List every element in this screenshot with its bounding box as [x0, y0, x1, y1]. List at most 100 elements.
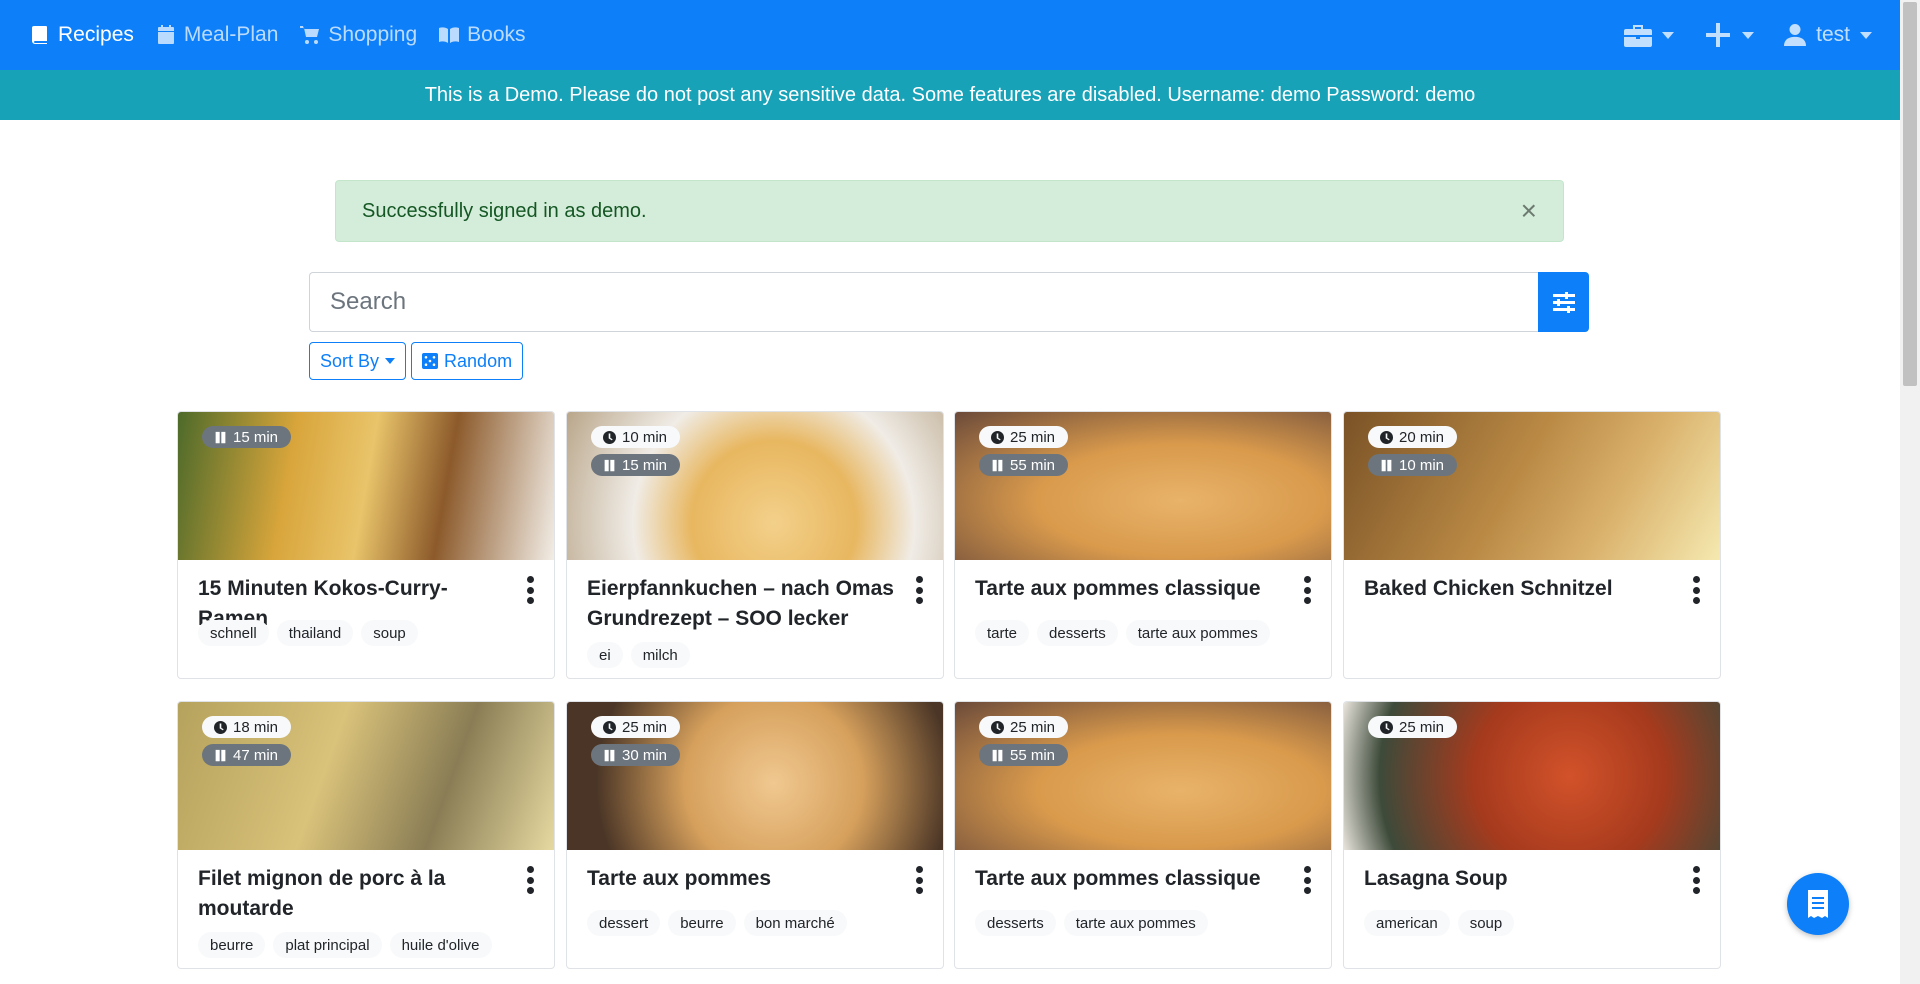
- waiting-time: 55 min: [1010, 456, 1056, 474]
- search-input[interactable]: [309, 272, 1538, 332]
- book-icon: [32, 26, 47, 44]
- recipe-title[interactable]: Tarte aux pommes classique: [975, 574, 1285, 604]
- recipe-title[interactable]: Baked Chicken Schnitzel: [1364, 574, 1674, 604]
- recipe-tag[interactable]: plat principal: [273, 932, 382, 958]
- recipe-tag[interactable]: desserts: [975, 910, 1056, 936]
- sort-by-button[interactable]: Sort By: [309, 342, 407, 380]
- calendar-icon: [157, 25, 174, 44]
- recipe-tag[interactable]: beurre: [198, 932, 266, 958]
- recipe-card[interactable]: 25 min Lasagna Soup american soup: [1343, 701, 1721, 969]
- time-badges: 18 min 47 min: [202, 716, 292, 766]
- recipe-tag[interactable]: ei: [587, 642, 623, 668]
- time-badges: 25 min 30 min: [591, 716, 681, 766]
- nav-shopping-label: Shopping: [328, 23, 418, 46]
- recipe-tag[interactable]: tarte aux pommes: [1125, 620, 1270, 646]
- advanced-search-button[interactable]: [1538, 272, 1589, 332]
- recipe-tag[interactable]: huile d'olive: [389, 932, 492, 958]
- more-options-icon[interactable]: [524, 576, 536, 604]
- waiting-time-badge: 10 min: [1368, 454, 1458, 476]
- more-options-icon[interactable]: [913, 866, 925, 894]
- more-options-icon[interactable]: [913, 576, 925, 604]
- recipe-tag[interactable]: bon marché: [743, 910, 847, 936]
- recipe-tag[interactable]: milch: [630, 642, 690, 668]
- waiting-time-badge: 15 min: [591, 454, 681, 476]
- nav-meal-plan-label: Meal-Plan: [183, 23, 279, 46]
- working-time-badge: 25 min: [591, 716, 681, 738]
- recipe-card[interactable]: 25 min 55 min Tarte aux pommes classique …: [954, 701, 1332, 969]
- shopping-receipt-button[interactable]: [1787, 873, 1849, 935]
- time-badges: 20 min 10 min: [1368, 426, 1458, 476]
- recipe-tag[interactable]: american: [1364, 910, 1450, 936]
- more-options-icon[interactable]: [1690, 576, 1702, 604]
- search-bar: [309, 272, 1589, 332]
- pause-icon: [1381, 459, 1392, 471]
- recipe-card[interactable]: 15 min 15 Minuten Kokos-Curry-Ramen schn…: [177, 411, 555, 679]
- close-icon[interactable]: ×: [1521, 197, 1537, 225]
- time-badges: 15 min: [202, 426, 292, 448]
- recipe-tag[interactable]: soup: [1457, 910, 1515, 936]
- recipe-card[interactable]: 10 min 15 min Eierpfannkuchen – nach Omas…: [566, 411, 944, 679]
- clock-icon: [991, 430, 1004, 444]
- waiting-time: 10 min: [1399, 456, 1445, 474]
- toolbox-icon: [1624, 25, 1653, 47]
- top-navbar: Recipes Meal-Plan Shopping Books test: [0, 0, 1900, 70]
- working-time: 25 min: [622, 718, 668, 736]
- plus-icon: [1706, 23, 1731, 47]
- recipe-tag[interactable]: desserts: [1037, 620, 1118, 646]
- nav-books[interactable]: Books: [439, 23, 526, 47]
- recipe-card[interactable]: 18 min 47 min Filet mignon de porc à la m…: [177, 701, 555, 969]
- recipe-tags: ei milch: [587, 642, 690, 668]
- working-time: 25 min: [1399, 718, 1445, 736]
- recipe-tag[interactable]: beurre: [668, 910, 736, 936]
- demo-banner: This is a Demo. Please do not post any s…: [0, 70, 1900, 120]
- recipe-tag[interactable]: soup: [361, 620, 418, 646]
- recipe-title[interactable]: Tarte aux pommes classique: [975, 864, 1285, 894]
- time-badges: 25 min: [1368, 716, 1458, 738]
- clock-icon: [991, 720, 1004, 734]
- recipe-title[interactable]: Lasagna Soup: [1364, 864, 1674, 894]
- dice-icon: [422, 353, 439, 369]
- more-options-icon[interactable]: [1301, 866, 1313, 894]
- working-time: 25 min: [1010, 428, 1056, 446]
- clock-icon: [214, 720, 227, 734]
- recipe-tag[interactable]: tarte: [975, 620, 1030, 646]
- nav-shopping[interactable]: Shopping: [300, 23, 417, 47]
- chevron-down-icon: [1662, 31, 1675, 39]
- recipe-title[interactable]: Filet mignon de porc à la moutarde: [198, 864, 508, 924]
- clock-icon: [603, 720, 616, 734]
- recipe-tags: desserts tarte aux pommes: [975, 910, 1208, 936]
- scrollbar-thumb[interactable]: [1903, 2, 1917, 386]
- user-icon: [1784, 24, 1807, 46]
- recipe-card[interactable]: 20 min 10 min Baked Chicken Schnitzel: [1343, 411, 1721, 679]
- pause-icon: [604, 749, 615, 761]
- nav-recipes[interactable]: Recipes: [30, 23, 134, 47]
- nav-meal-plan[interactable]: Meal-Plan: [156, 23, 279, 47]
- recipe-tag[interactable]: thailand: [276, 620, 354, 646]
- recipe-title[interactable]: Eierpfannkuchen – nach Omas Grundrezept …: [587, 574, 897, 634]
- recipe-title[interactable]: Tarte aux pommes: [587, 864, 897, 894]
- more-options-icon[interactable]: [1690, 866, 1702, 894]
- user-dropdown[interactable]: test: [1784, 23, 1872, 47]
- pause-icon: [604, 459, 615, 471]
- waiting-time-badge: 30 min: [591, 744, 681, 766]
- recipe-tag[interactable]: tarte aux pommes: [1063, 910, 1208, 936]
- toolbox-dropdown[interactable]: [1624, 23, 1675, 47]
- recipe-tag[interactable]: dessert: [587, 910, 661, 936]
- more-options-icon[interactable]: [1301, 576, 1313, 604]
- demo-banner-text: This is a Demo. Please do not post any s…: [424, 83, 1476, 106]
- recipe-tags: dessert beurre bon marché: [587, 910, 847, 936]
- recipe-tags: schnell thailand soup: [198, 620, 418, 646]
- random-button[interactable]: Random: [411, 342, 524, 380]
- recipe-tag[interactable]: schnell: [198, 620, 269, 646]
- recipe-card[interactable]: 25 min 30 min Tarte aux pommes dessert beu…: [566, 701, 944, 969]
- add-dropdown[interactable]: [1704, 23, 1755, 47]
- working-time: 25 min: [1010, 718, 1056, 736]
- working-time-badge: 25 min: [979, 426, 1069, 448]
- page-scrollbar[interactable]: [1900, 0, 1920, 984]
- working-time-badge: 20 min: [1368, 426, 1458, 448]
- chevron-down-icon: [385, 358, 396, 364]
- time-badges: 25 min 55 min: [979, 716, 1069, 766]
- recipe-tags: american soup: [1364, 910, 1515, 936]
- more-options-icon[interactable]: [524, 866, 536, 894]
- recipe-card[interactable]: 25 min 55 min Tarte aux pommes classique …: [954, 411, 1332, 679]
